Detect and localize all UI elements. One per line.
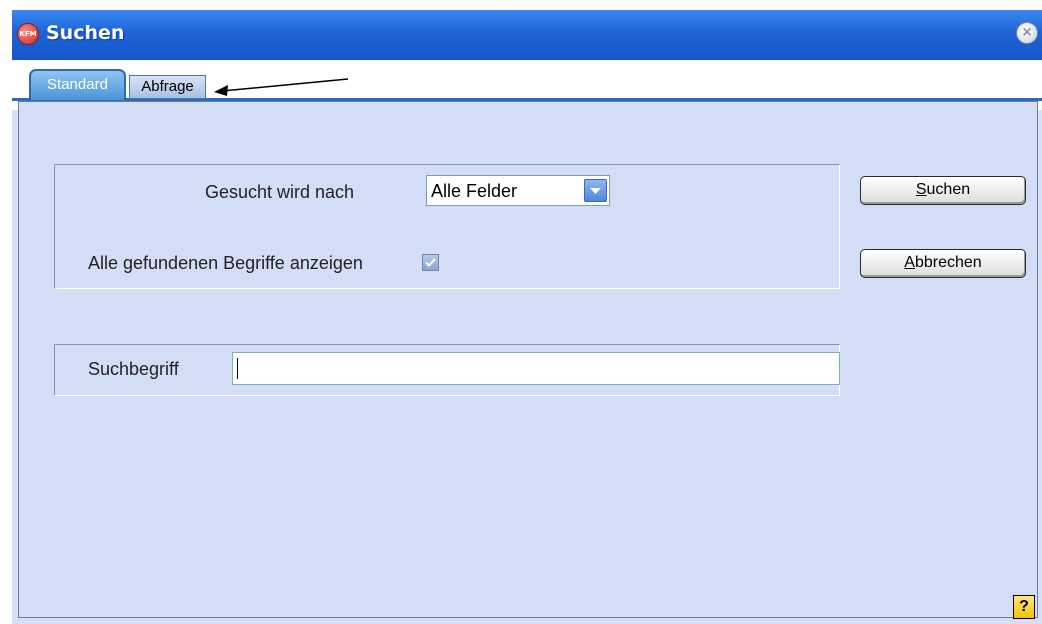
help-icon[interactable]: ?	[1013, 595, 1035, 619]
search-for-label: Gesucht wird nach	[205, 182, 355, 202]
search-term-label: Suchbegriff	[88, 359, 179, 379]
cancel-button-label: bbrechen	[914, 254, 982, 271]
title-bar: KFM Suchen ×	[12, 10, 1042, 60]
dialog-window: KFM Suchen × Standard Abfrage Gesucht wi…	[12, 10, 1042, 624]
search-field-dropdown[interactable]: Alle Felder	[426, 175, 610, 206]
search-button-mnemonic: S	[915, 181, 927, 198]
search-term-input[interactable]	[232, 352, 840, 385]
show-all-terms-checkbox[interactable]	[422, 254, 439, 271]
cancel-button[interactable]: Abbrechen	[860, 249, 1026, 278]
show-all-terms-label: Alle gefundenen Begriffe anzeigen	[88, 253, 363, 273]
tab-standard[interactable]: Standard	[29, 69, 126, 100]
search-field-value: Alle Felder	[431, 181, 518, 201]
checkmark-icon	[425, 258, 436, 267]
tab-abfrage[interactable]: Abfrage	[129, 75, 206, 99]
text-caret	[237, 358, 238, 379]
cancel-button-mnemonic: A	[904, 254, 915, 271]
arrow-annotation-icon	[214, 78, 349, 96]
search-button[interactable]: Suchen	[860, 176, 1026, 205]
dropdown-arrow-icon[interactable]	[584, 179, 607, 202]
window-title: Suchen	[46, 22, 125, 44]
kfm-app-icon: KFM	[17, 23, 39, 45]
close-icon[interactable]: ×	[1016, 22, 1038, 44]
search-button-label: uchen	[926, 181, 971, 198]
